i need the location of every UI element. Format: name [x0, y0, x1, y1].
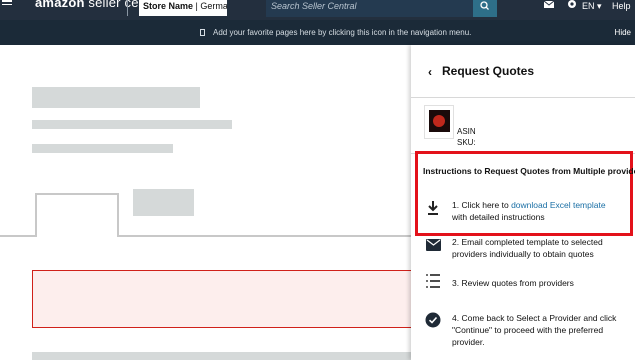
logo-brand: amazon [35, 0, 85, 10]
favorites-hint: Add your favorite pages here by clicking… [200, 20, 471, 45]
gear-icon[interactable] [566, 0, 578, 12]
list-icon [426, 274, 440, 288]
back-chevron-icon[interactable]: ‹ [428, 65, 432, 79]
store-selector[interactable]: Store Name | Germany [139, 0, 227, 16]
checkmark-icon [425, 312, 441, 328]
favorites-bar: Add your favorite pages here by clicking… [0, 20, 635, 45]
step-1-suffix: with detailed instructions [452, 212, 545, 222]
favorites-hint-text: Add your favorite pages here by clicking… [213, 28, 472, 37]
hamburger-menu-icon[interactable] [2, 0, 12, 8]
step-1-prefix: 1. Click here to [452, 200, 512, 210]
skeleton-tab [133, 189, 194, 216]
help-link[interactable]: Help [612, 0, 631, 12]
search-input[interactable]: Search Seller Central [266, 0, 473, 17]
email-icon [426, 239, 441, 251]
sku-label: SKU: [457, 138, 476, 147]
alert-box [32, 270, 422, 328]
step-3: 3. Review quotes from providers [452, 278, 574, 288]
hide-link[interactable]: Hide [615, 20, 631, 45]
top-navigation-bar: amazon seller central Store Name | Germa… [0, 0, 635, 20]
skeleton-title [32, 87, 200, 108]
asin-label: ASIN [457, 127, 476, 136]
search-button[interactable] [473, 0, 497, 17]
step-1: 1. Click here to download Excel template… [452, 199, 628, 223]
panel-title: Request Quotes [442, 64, 535, 78]
download-template-link[interactable]: download Excel template [511, 200, 606, 210]
mail-icon[interactable] [543, 0, 555, 12]
skeleton-line [32, 144, 173, 153]
step-2: 2. Email completed template to selected … [452, 237, 603, 259]
instructions-highlight-box [415, 151, 633, 236]
store-name-label: Store Name [143, 1, 194, 11]
download-icon [428, 201, 438, 215]
logo-divider [127, 0, 128, 16]
panel-header: ‹ Request Quotes [411, 45, 635, 98]
instructions-title: Instructions to Request Quotes from Mult… [423, 166, 635, 176]
search-icon [480, 1, 489, 10]
skeleton-line [32, 352, 412, 360]
tab-strip [0, 193, 420, 237]
product-image [424, 105, 454, 139]
language-selector[interactable]: EN ▾ [582, 0, 602, 12]
bookmark-icon [200, 29, 205, 36]
skeleton-line [32, 120, 232, 129]
store-country: Germany [200, 1, 227, 11]
step-4: 4. Come back to Select a Provider and cl… [452, 313, 617, 347]
